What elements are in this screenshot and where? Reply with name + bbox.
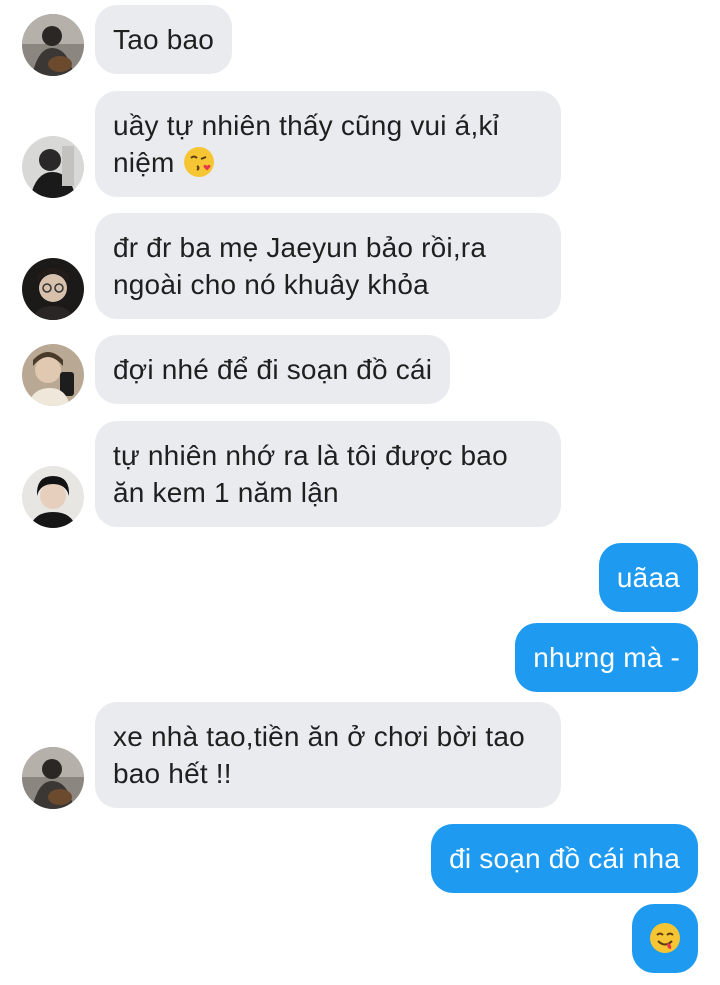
- message-bubble[interactable]: đợi nhé để đi soạn đồ cái: [95, 335, 451, 404]
- message-text: đr đr ba mẹ Jaeyun bảo rồi,ra ngoài cho …: [113, 232, 487, 300]
- yum-face-emoji-icon: [648, 921, 682, 955]
- message-bubble[interactable]: xe nhà tao,tiền ăn ở chơi bời tao bao hế…: [95, 702, 561, 808]
- message-bubble[interactable]: Tao bao: [95, 5, 233, 74]
- message-bubble[interactable]: uầy tự nhiên thấy cũng vui á,kỉ niệm: [95, 91, 561, 197]
- message-bubble[interactable]: uãaa: [598, 543, 698, 612]
- avatar[interactable]: [22, 747, 84, 809]
- message-text: xe nhà tao,tiền ăn ở chơi bời tao bao hế…: [113, 721, 525, 789]
- message-bubble[interactable]: tự nhiên nhớ ra là tôi được bao ăn kem 1…: [95, 421, 561, 527]
- avatar[interactable]: [22, 258, 84, 320]
- message-text: nhưng mà -: [533, 642, 680, 673]
- avatar[interactable]: [22, 14, 84, 76]
- avatar[interactable]: [22, 344, 84, 406]
- avatar[interactable]: [22, 136, 84, 198]
- message-text: đi soạn đồ cái nha: [449, 843, 680, 874]
- message-text: uầy tự nhiên thấy cũng vui á,kỉ niệm: [113, 110, 500, 178]
- message-bubble[interactable]: [632, 904, 698, 973]
- message-text: đợi nhé để đi soạn đồ cái: [113, 354, 433, 385]
- message-bubble[interactable]: đr đr ba mẹ Jaeyun bảo rồi,ra ngoài cho …: [95, 213, 561, 319]
- message-text: tự nhiên nhớ ra là tôi được bao ăn kem 1…: [113, 440, 508, 508]
- avatar[interactable]: [22, 466, 84, 528]
- message-text: Tao bao: [113, 24, 215, 55]
- message-bubble[interactable]: nhưng mà -: [515, 623, 698, 692]
- message-bubble[interactable]: đi soạn đồ cái nha: [431, 824, 698, 893]
- message-text: uãaa: [616, 562, 680, 593]
- kissing-heart-emoji-icon: [182, 145, 216, 179]
